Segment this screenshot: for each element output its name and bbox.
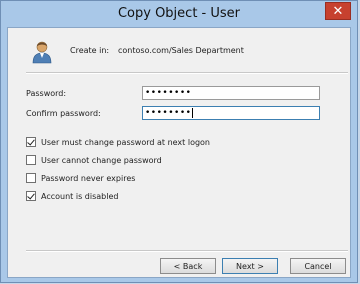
dialog-window: Copy Object - User ✕ Create in: contoso.… — [0, 0, 358, 283]
option-must-change-password[interactable]: User must change password at next logon — [26, 137, 210, 147]
option-cannot-change-password[interactable]: User cannot change password — [26, 155, 162, 165]
option-password-never-expires[interactable]: Password never expires — [26, 173, 135, 183]
option-account-disabled[interactable]: Account is disabled — [26, 191, 118, 201]
confirm-password-field[interactable]: •••••••• — [142, 106, 320, 120]
close-button[interactable]: ✕ — [325, 2, 351, 20]
password-label: Password: — [26, 89, 67, 98]
checkbox[interactable] — [26, 137, 36, 147]
create-in-label: Create in: — [70, 46, 110, 55]
option-label: User must change password at next logon — [41, 137, 211, 147]
separator — [26, 250, 348, 252]
next-button[interactable]: Next > — [222, 258, 278, 274]
checkbox[interactable] — [26, 191, 36, 201]
window-title: Copy Object - User — [117, 6, 241, 21]
user-icon — [32, 41, 52, 64]
password-field[interactable]: •••••••• — [142, 86, 320, 100]
title-bar[interactable]: Copy Object - User ✕ — [1, 1, 357, 27]
password-mask: •••••••• — [145, 88, 192, 98]
separator — [26, 72, 348, 74]
option-label: Password never expires — [41, 173, 136, 183]
cancel-button[interactable]: Cancel — [290, 258, 346, 274]
close-icon: ✕ — [332, 3, 344, 19]
text-caret — [192, 107, 194, 118]
option-label: Account is disabled — [41, 191, 119, 201]
checkbox[interactable] — [26, 173, 36, 183]
confirm-password-label: Confirm password: — [26, 109, 101, 118]
checkbox[interactable] — [26, 155, 36, 165]
create-in-path: contoso.com/Sales Department — [118, 46, 244, 55]
confirm-password-mask: •••••••• — [145, 108, 192, 118]
dialog-body: Create in: contoso.com/Sales Department … — [7, 27, 351, 278]
option-label: User cannot change password — [41, 155, 162, 165]
back-button[interactable]: < Back — [160, 258, 216, 274]
